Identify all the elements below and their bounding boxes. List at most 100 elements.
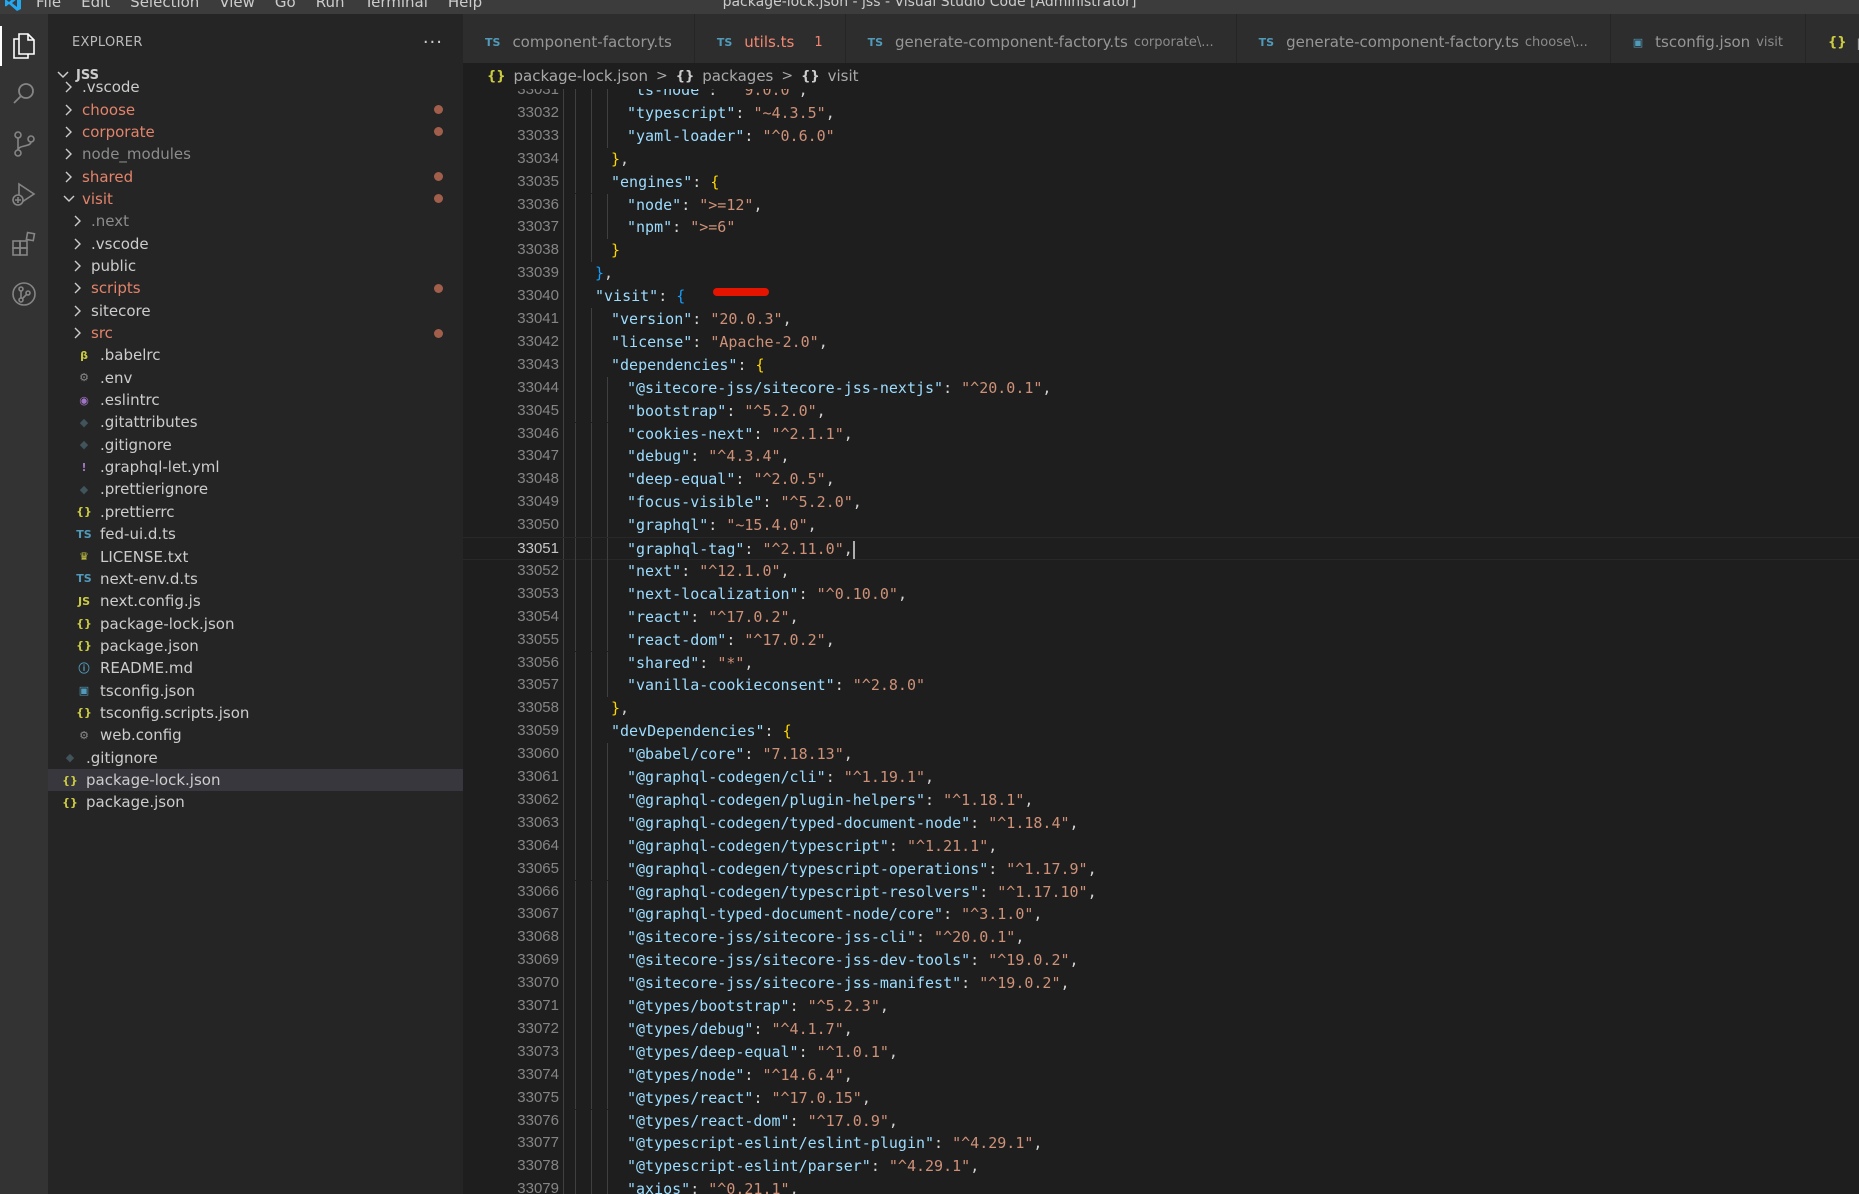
indent-guide [591, 399, 592, 423]
folder-row[interactable]: corporate [48, 121, 463, 143]
folder-row[interactable]: sitecore [48, 300, 463, 322]
code-editor[interactable]: 33031 "ts-node": "^9.0.0", 33032 "typescrip… [463, 89, 1859, 1194]
indent-guide [607, 101, 608, 125]
menu-view[interactable]: View [209, 0, 265, 10]
file-row[interactable]: {} tsconfig.scripts.json [48, 702, 463, 724]
menu-help[interactable]: Help [438, 0, 492, 10]
editor-tab[interactable]: TS generate-component-factory.ts choose\..… [1236, 14, 1611, 70]
code-text: "yaml-loader": "^0.6.0" [627, 126, 835, 145]
folder-row[interactable]: scripts [48, 277, 463, 299]
info-file-icon: ⓘ [78, 662, 90, 676]
code-line: 33068 "@sitecore-jss/sitecore-jss-cli": "… [463, 926, 1859, 950]
file-row[interactable]: β .babelrc [48, 344, 463, 366]
code-line: 33055 "react-dom": "^17.0.2", [463, 628, 1859, 652]
menu-go[interactable]: Go [265, 0, 306, 10]
git-graph-icon[interactable] [4, 274, 44, 314]
code-text: "@types/deep-equal": "^1.0.1", [627, 1042, 898, 1061]
file-row[interactable]: ◆ .prettierignore [48, 478, 463, 500]
file-row[interactable]: TS fed-ui.d.ts [48, 523, 463, 545]
menu-bar: File Edit Selection View Go Run Terminal Help [26, 0, 492, 10]
file-row[interactable]: ◆ .gitignore [48, 747, 463, 769]
code-text: "cookies-next": "^2.1.1", [627, 424, 853, 443]
indent-guide [575, 101, 576, 125]
folder-row[interactable]: .next [48, 210, 463, 232]
breadcrumb-packages[interactable]: packages [702, 67, 773, 85]
menu-selection[interactable]: Selection [120, 0, 209, 10]
extensions-icon[interactable] [4, 224, 44, 264]
tree-item-label: choose [82, 100, 136, 119]
code-line: 33044 "@sitecore-jss/sitecore-jss-nextjs"… [463, 376, 1859, 400]
code-text: "@graphql-codegen/plugin-helpers": "^1.1… [627, 790, 1034, 809]
file-row[interactable]: JS next.config.js [48, 590, 463, 612]
indent-guide [575, 995, 576, 1018]
menu-terminal[interactable]: Terminal [355, 0, 438, 10]
editor-tab[interactable]: TS generate-component-factory.ts corporate… [845, 14, 1237, 70]
indent-guide [575, 193, 576, 217]
menu-edit[interactable]: Edit [71, 0, 120, 10]
line-number: 33037 [517, 218, 559, 236]
search-icon[interactable] [4, 74, 44, 114]
file-row[interactable]: ⚙ web.config [48, 724, 463, 746]
tree-item-label: .prettierrc [100, 502, 175, 521]
file-row[interactable]: {} package.json [48, 635, 463, 657]
file-row[interactable]: ▣ tsconfig.json [48, 679, 463, 701]
file-row[interactable]: ◆ .gitignore [48, 434, 463, 456]
explorer-title: EXPLORER [72, 34, 143, 50]
file-row[interactable]: {} package-lock.json [48, 612, 463, 634]
folder-row[interactable]: shared [48, 165, 463, 187]
file-row[interactable]: {} package-lock.json [48, 768, 463, 792]
line-number: 33040 [517, 287, 559, 305]
tree-item-label: .env [100, 368, 133, 387]
folder-row[interactable]: node_modules [48, 143, 463, 165]
file-row[interactable]: ◉ .eslintrc [48, 389, 463, 411]
file-row[interactable]: {} .prettierrc [48, 501, 463, 523]
folder-row[interactable]: public [48, 255, 463, 277]
editor-tab[interactable]: TS utils.ts 1 [694, 14, 846, 70]
file-row[interactable]: ⚙ .env [48, 367, 463, 389]
editor-tab[interactable]: {}packa [1806, 14, 1859, 70]
indent-guide [575, 1109, 576, 1133]
indent-guide [575, 766, 576, 789]
line-number: 33067 [517, 905, 559, 923]
indent-guide [591, 216, 592, 240]
file-row[interactable]: ◆ .gitattributes [48, 411, 463, 433]
file-row[interactable]: ⓘ README.md [48, 657, 463, 679]
indent-guide [591, 170, 592, 194]
more-actions-icon[interactable]: ··· [423, 32, 443, 53]
run-debug-icon[interactable] [4, 174, 44, 214]
folder-row[interactable]: src [48, 322, 463, 344]
chevron-right-icon [71, 238, 85, 250]
indent-guide [591, 239, 592, 263]
breadcrumb-file[interactable]: package-lock.json [514, 67, 648, 85]
chevron-right-icon [71, 260, 85, 272]
indent-guide [591, 1017, 592, 1041]
tree-item-label: node_modules [82, 145, 191, 164]
folder-row[interactable]: choose [48, 98, 463, 120]
file-row[interactable]: ! .graphql-let.yml [48, 456, 463, 478]
line-number: 33034 [517, 149, 559, 167]
menu-file[interactable]: File [26, 0, 71, 10]
editor-tab[interactable]: TS component-factory.ts [463, 14, 695, 70]
line-number: 33047 [517, 447, 559, 465]
indent-guide [607, 1017, 608, 1041]
menu-run[interactable]: Run [306, 0, 355, 10]
folder-row[interactable]: .vscode [48, 232, 463, 254]
line-number: 33057 [517, 676, 559, 694]
json-file-icon: {} [1828, 34, 1847, 50]
file-row[interactable]: {} package.json [48, 791, 463, 813]
explorer-icon[interactable] [0, 26, 44, 66]
breadcrumb-visit[interactable]: visit [828, 67, 859, 85]
indent-guide [591, 995, 592, 1018]
indent-guide [591, 101, 592, 125]
indent-guide [591, 628, 592, 652]
indent-guide [607, 949, 608, 973]
folder-row[interactable]: visit [48, 188, 463, 210]
code-text: "axios": "^0.21.1", [627, 1180, 799, 1194]
source-control-icon[interactable] [4, 124, 44, 164]
code-line: 33046 "cookies-next": "^2.1.1", [463, 422, 1859, 446]
file-row[interactable]: TS next-env.d.ts [48, 568, 463, 590]
editor-tab[interactable]: ▣ tsconfig.json visit [1610, 14, 1806, 70]
folder-row[interactable]: .vscode [48, 76, 463, 98]
tab-description: corporate\... [1133, 34, 1214, 50]
file-row[interactable]: ♛ LICENSE.txt [48, 545, 463, 567]
